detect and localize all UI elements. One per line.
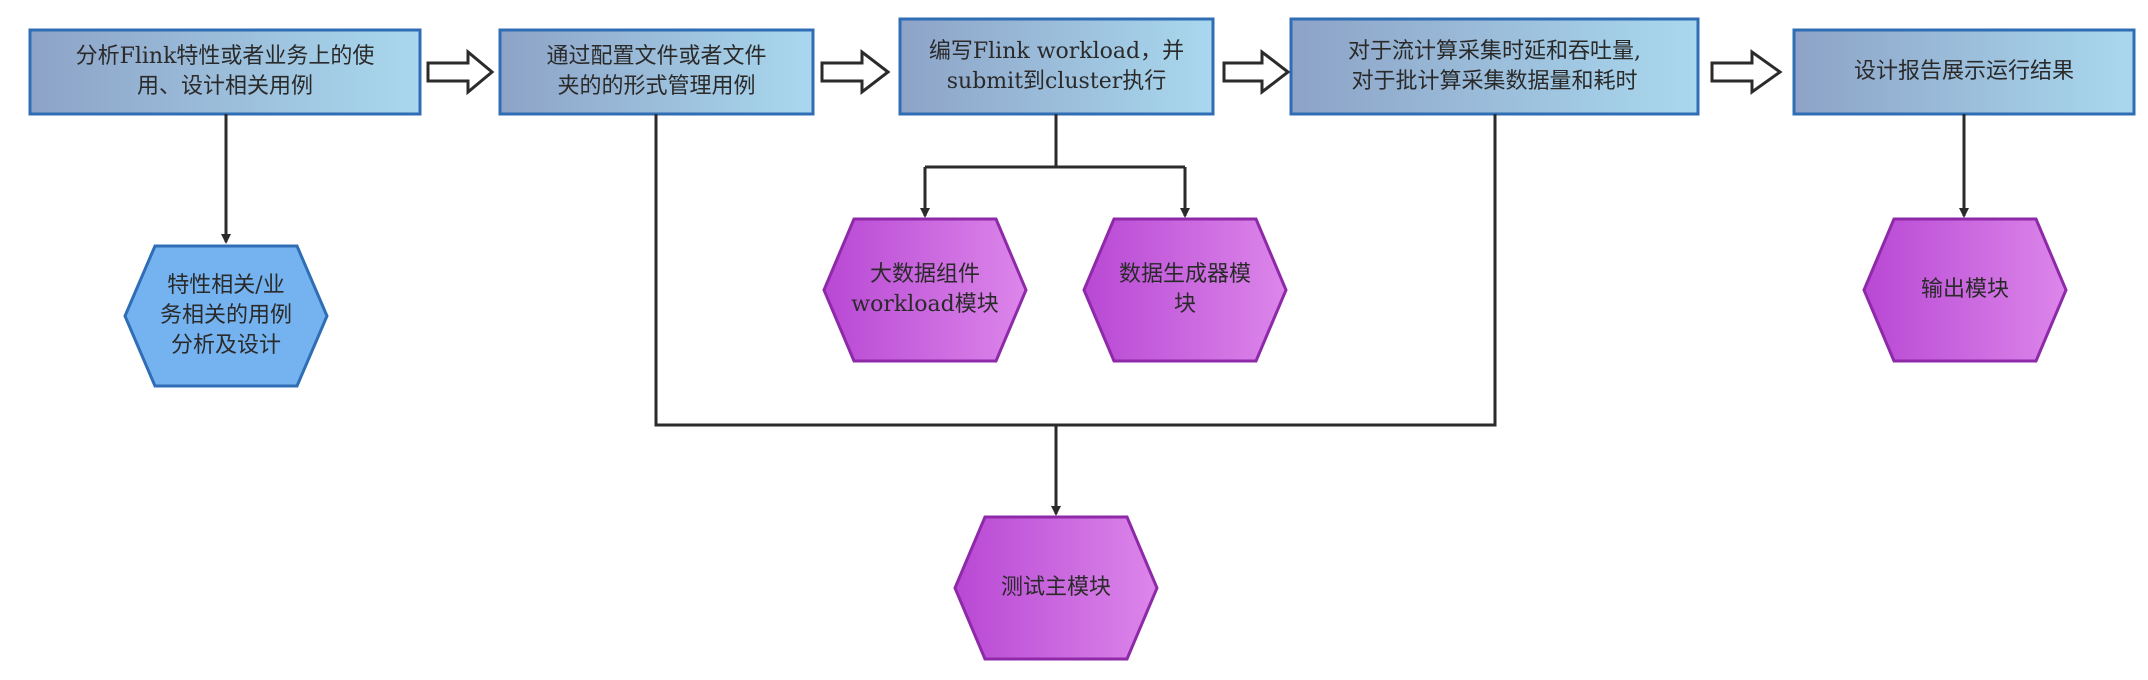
step-arrow-4-5	[1710, 49, 1783, 95]
data-generator-label: 数据生成器模 块	[1118, 262, 1251, 317]
step-5-label: 设计报告展示运行结果	[1853, 59, 2074, 85]
bigdata-workload-label: 大数据组件 workload模块	[851, 262, 999, 317]
step-arrow-2-3	[820, 48, 891, 96]
connector-steps-2-4-join	[654, 114, 1497, 427]
step-1-label: 分析Flink特性或者业务上的使 用、设计相关用例	[75, 44, 375, 99]
step-4-label: 对于流计算采集时延和吞吐量, 对于批计算采集数据量和耗时	[1348, 38, 1641, 94]
test-main-label: 测试主模块	[1000, 575, 1111, 601]
step-2-label: 通过配置文件或者文件 夹的的形式管理用例	[546, 44, 767, 99]
step-arrow-1-2	[426, 48, 495, 96]
output-label: 输出模块	[1920, 277, 2009, 303]
step-3-label: 编写Flink workload，并 submit到cluster执行	[928, 38, 1185, 94]
step-arrow-3-4	[1222, 48, 1291, 96]
case-design-label: 特性相关/业 务相关的用例 分析及设计	[159, 273, 292, 358]
connector-step3-to-submodules	[925, 114, 1185, 169]
